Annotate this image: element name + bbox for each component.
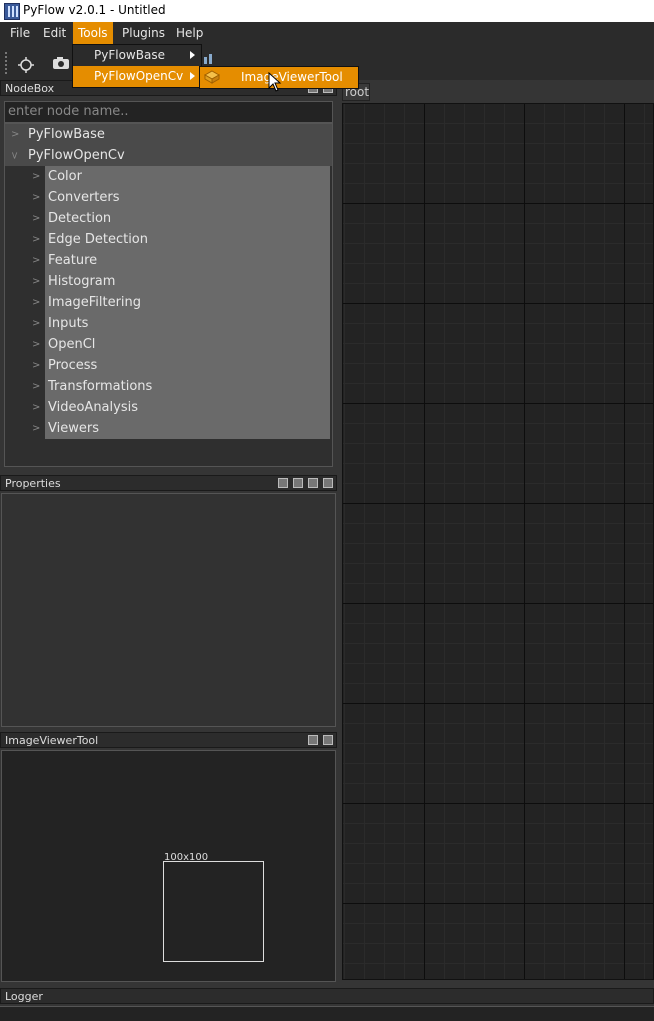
tree-item-pyflowopencv[interactable]: PyFlowOpenCv xyxy=(28,145,125,166)
lock-icon[interactable] xyxy=(293,478,303,488)
tool-icon xyxy=(204,70,220,84)
properties-title: Properties xyxy=(5,477,61,490)
pyflow-app-icon xyxy=(4,3,20,20)
chart-icon[interactable] xyxy=(203,52,215,64)
chevron-right-icon[interactable]: > xyxy=(32,234,40,245)
menu-item-pyflowopencv-label: PyFlowOpenCv xyxy=(94,69,184,83)
tree-item-converters[interactable]: Converters xyxy=(48,187,120,208)
node-graph-canvas[interactable] xyxy=(342,103,654,980)
imageviewer-title: ImageViewerTool xyxy=(5,734,99,747)
image-frame[interactable] xyxy=(163,861,264,962)
properties-dock-title[interactable]: Properties xyxy=(0,475,337,491)
tree-item-process[interactable]: Process xyxy=(48,355,97,376)
close-icon[interactable] xyxy=(323,735,333,745)
chevron-right-icon[interactable]: > xyxy=(32,297,40,308)
tree-item-videoanalysis[interactable]: VideoAnalysis xyxy=(48,397,138,418)
properties-icon[interactable] xyxy=(278,478,288,488)
logger-panel xyxy=(0,1006,654,1021)
menu-help[interactable]: Help xyxy=(171,22,208,44)
logger-title: Logger xyxy=(5,990,43,1003)
chevron-right-icon[interactable]: > xyxy=(32,213,40,224)
menu-item-pyflowbase[interactable]: PyFlowBase xyxy=(73,45,201,66)
screenshot-camera-icon[interactable] xyxy=(52,56,70,70)
toolbar-grip[interactable] xyxy=(5,52,9,74)
logger-dock-title[interactable]: Logger xyxy=(0,988,654,1004)
tree-item-viewers[interactable]: Viewers xyxy=(48,418,99,439)
chevron-right-icon[interactable]: > xyxy=(32,255,40,266)
menu-item-imageviewertool-label: ImageViewerTool xyxy=(241,70,343,84)
chevron-right-icon[interactable]: > xyxy=(32,339,40,350)
menu-plugins[interactable]: Plugins xyxy=(117,22,170,44)
close-icon[interactable] xyxy=(323,478,333,488)
tree-item-opencl[interactable]: OpenCl xyxy=(48,334,95,355)
submenu-arrow-icon xyxy=(190,72,195,80)
menu-bar: File Edit Tools Plugins Help xyxy=(0,22,654,44)
submenu-arrow-icon xyxy=(190,51,195,59)
tree-item-color[interactable]: Color xyxy=(48,166,82,187)
chevron-right-icon[interactable]: > xyxy=(32,318,40,329)
node-tree: > PyFlowBase > PyFlowOpenCv > Color > Co… xyxy=(4,123,333,467)
tree-item-histogram[interactable]: Histogram xyxy=(48,271,115,292)
settings-icon[interactable] xyxy=(16,54,36,74)
tree-item-imagefiltering[interactable]: ImageFiltering xyxy=(48,292,141,313)
image-viewer-canvas[interactable]: 100x100 xyxy=(1,750,336,982)
chevron-right-icon[interactable]: > xyxy=(32,360,40,371)
tree-item-edge-detection[interactable]: Edge Detection xyxy=(48,229,148,250)
tree-item-transformations[interactable]: Transformations xyxy=(48,376,152,397)
menu-tools[interactable]: Tools xyxy=(73,22,113,44)
chevron-down-icon[interactable]: > xyxy=(9,151,20,159)
tree-item-pyflowbase[interactable]: PyFlowBase xyxy=(28,124,105,145)
tools-dropdown-menu: PyFlowBase PyFlowOpenCv xyxy=(72,44,202,88)
chevron-right-icon[interactable]: > xyxy=(11,129,19,140)
mouse-cursor-icon xyxy=(268,72,282,92)
chevron-right-icon[interactable]: > xyxy=(32,402,40,413)
tree-item-detection[interactable]: Detection xyxy=(48,208,111,229)
float-icon[interactable] xyxy=(308,478,318,488)
chevron-right-icon[interactable]: > xyxy=(32,171,40,182)
properties-panel xyxy=(1,493,336,727)
window-title: PyFlow v2.0.1 - Untitled xyxy=(23,3,166,17)
menu-edit[interactable]: Edit xyxy=(38,22,71,44)
node-search-input[interactable]: enter node name.. xyxy=(4,101,333,123)
float-icon[interactable] xyxy=(308,735,318,745)
menu-file[interactable]: File xyxy=(5,22,35,44)
menu-item-pyflowopencv[interactable]: PyFlowOpenCv xyxy=(73,66,201,87)
chevron-right-icon[interactable]: > xyxy=(32,381,40,392)
title-bar: PyFlow v2.0.1 - Untitled xyxy=(0,0,654,22)
chevron-right-icon[interactable]: > xyxy=(32,423,40,434)
chevron-right-icon[interactable]: > xyxy=(32,276,40,287)
nodebox-title: NodeBox xyxy=(5,82,55,95)
chevron-right-icon[interactable]: > xyxy=(32,192,40,203)
tree-item-feature[interactable]: Feature xyxy=(48,250,97,271)
imageviewer-dock-title[interactable]: ImageViewerTool xyxy=(0,732,337,748)
menu-item-pyflowbase-label: PyFlowBase xyxy=(94,48,165,62)
tree-item-inputs[interactable]: Inputs xyxy=(48,313,88,334)
